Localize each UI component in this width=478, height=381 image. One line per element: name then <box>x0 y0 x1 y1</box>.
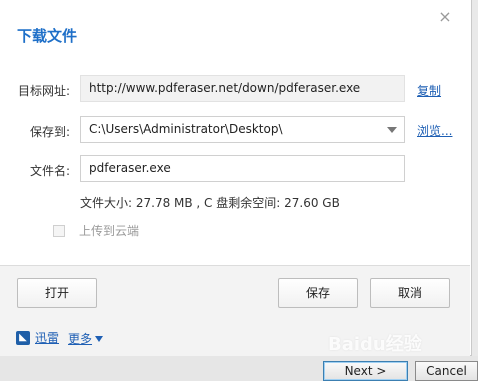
save-to-label: 保存到: <box>29 125 70 139</box>
save-to-dropdown[interactable]: C:\Users\Administrator\Desktop\ <box>80 116 405 143</box>
chevron-down-icon[interactable] <box>387 127 397 133</box>
upload-cloud-checkbox[interactable] <box>53 224 65 237</box>
xunlei-link[interactable]: 迅雷 <box>35 329 59 346</box>
close-icon[interactable]: × <box>437 9 453 25</box>
download-dialog: 下载文件 × 目标网址: http://www.pdferaser.net/do… <box>0 0 472 356</box>
filename-input[interactable]: pdferaser.exe <box>80 155 405 182</box>
upload-cloud-label: 上传到云端 <box>79 224 140 238</box>
filename-label: 文件名: <box>29 164 70 178</box>
next-button[interactable]: Next > <box>323 361 408 381</box>
upload-cloud-option[interactable]: 上传到云端 <box>53 222 139 239</box>
copy-link[interactable]: 复制 <box>417 82 441 99</box>
url-label: 目标网址: <box>17 84 70 98</box>
url-field[interactable]: http://www.pdferaser.net/down/pdferaser.… <box>80 75 405 102</box>
more-menu[interactable]: 更多 <box>68 330 104 347</box>
xunlei-logo-icon: ◣ <box>16 330 30 345</box>
more-label: 更多 <box>68 332 93 346</box>
save-button[interactable]: 保存 <box>278 278 358 308</box>
screen: 下载文件 × 目标网址: http://www.pdferaser.net/do… <box>0 0 478 381</box>
save-to-value: C:\Users\Administrator\Desktop\ <box>89 122 283 136</box>
browse-link[interactable]: 浏览... <box>417 122 452 139</box>
wizard-cancel-button[interactable]: Cancel <box>415 361 478 381</box>
cancel-button[interactable]: 取消 <box>370 278 450 308</box>
open-button[interactable]: 打开 <box>17 278 97 308</box>
file-info: 文件大小: 27.78 MB , C 盘剩余空间: 27.60 GB <box>80 196 340 210</box>
dialog-title: 下载文件 <box>17 27 78 45</box>
caret-down-icon <box>95 335 104 342</box>
xunlei-brand[interactable]: ◣ 迅雷 <box>16 329 59 346</box>
